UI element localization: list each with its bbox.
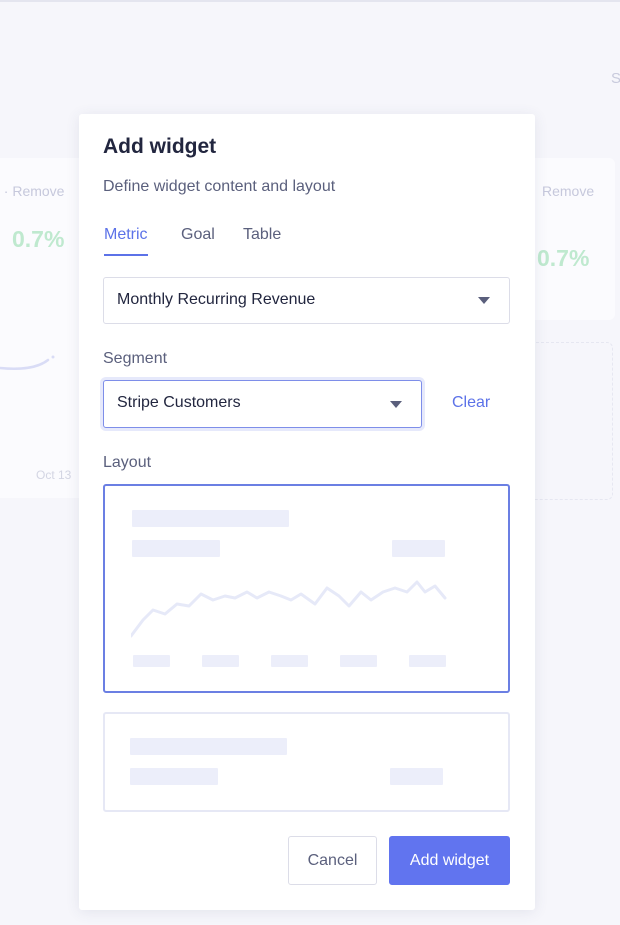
layout-preview-value-bar (132, 540, 220, 557)
clear-segment-link[interactable]: Clear (452, 394, 490, 412)
background-percent-left: 0.7% (12, 226, 65, 252)
tab-table[interactable]: Table (243, 226, 281, 254)
layout-preview-axis-tick (202, 655, 239, 667)
background-line-chart (0, 355, 55, 370)
background-s-letter: S (611, 70, 620, 87)
layout-preview-axis-tick (133, 655, 170, 667)
chevron-down-icon (390, 401, 402, 408)
layout-preview-axis-tick (340, 655, 377, 667)
metric-select[interactable]: Monthly Recurring Revenue (103, 277, 510, 324)
background-empty-slot (525, 342, 613, 500)
add-widget-button[interactable]: Add widget (389, 836, 510, 885)
cancel-button[interactable]: Cancel (288, 836, 377, 885)
tab-metric[interactable]: Metric (104, 226, 148, 256)
tab-goal[interactable]: Goal (181, 226, 215, 254)
metric-select-value: Monthly Recurring Revenue (117, 291, 316, 308)
layout-preview-axis-tick (271, 655, 308, 667)
layout-label: Layout (103, 454, 152, 471)
layout-preview-change-bar (390, 768, 443, 785)
segment-select-value: Stripe Customers (117, 394, 241, 411)
chevron-down-icon (478, 297, 490, 304)
add-widget-modal: Add widget Define widget content and lay… (79, 114, 535, 910)
background-remove-link-right: Remove (542, 183, 595, 199)
layout-preview-axis-tick (409, 655, 446, 667)
layout-preview-title-bar (132, 510, 289, 527)
background-remove-link-left: t · Remove (0, 183, 65, 199)
modal-title: Add widget (103, 135, 217, 158)
layout-preview-change-bar (392, 540, 445, 557)
background-percent-right: 0.7% (537, 245, 590, 271)
top-divider (0, 0, 620, 2)
segment-label: Segment (103, 350, 168, 367)
layout-option-chart[interactable] (103, 484, 510, 693)
modal-subtitle: Define widget content and layout (103, 178, 336, 195)
layout-preview-sparkline (131, 580, 447, 638)
segment-select[interactable]: Stripe Customers (103, 380, 422, 428)
background-date-label: Oct 13 (36, 468, 72, 482)
layout-preview-title-bar (130, 738, 287, 755)
layout-option-number[interactable] (103, 712, 510, 812)
layout-preview-value-bar (130, 768, 218, 785)
